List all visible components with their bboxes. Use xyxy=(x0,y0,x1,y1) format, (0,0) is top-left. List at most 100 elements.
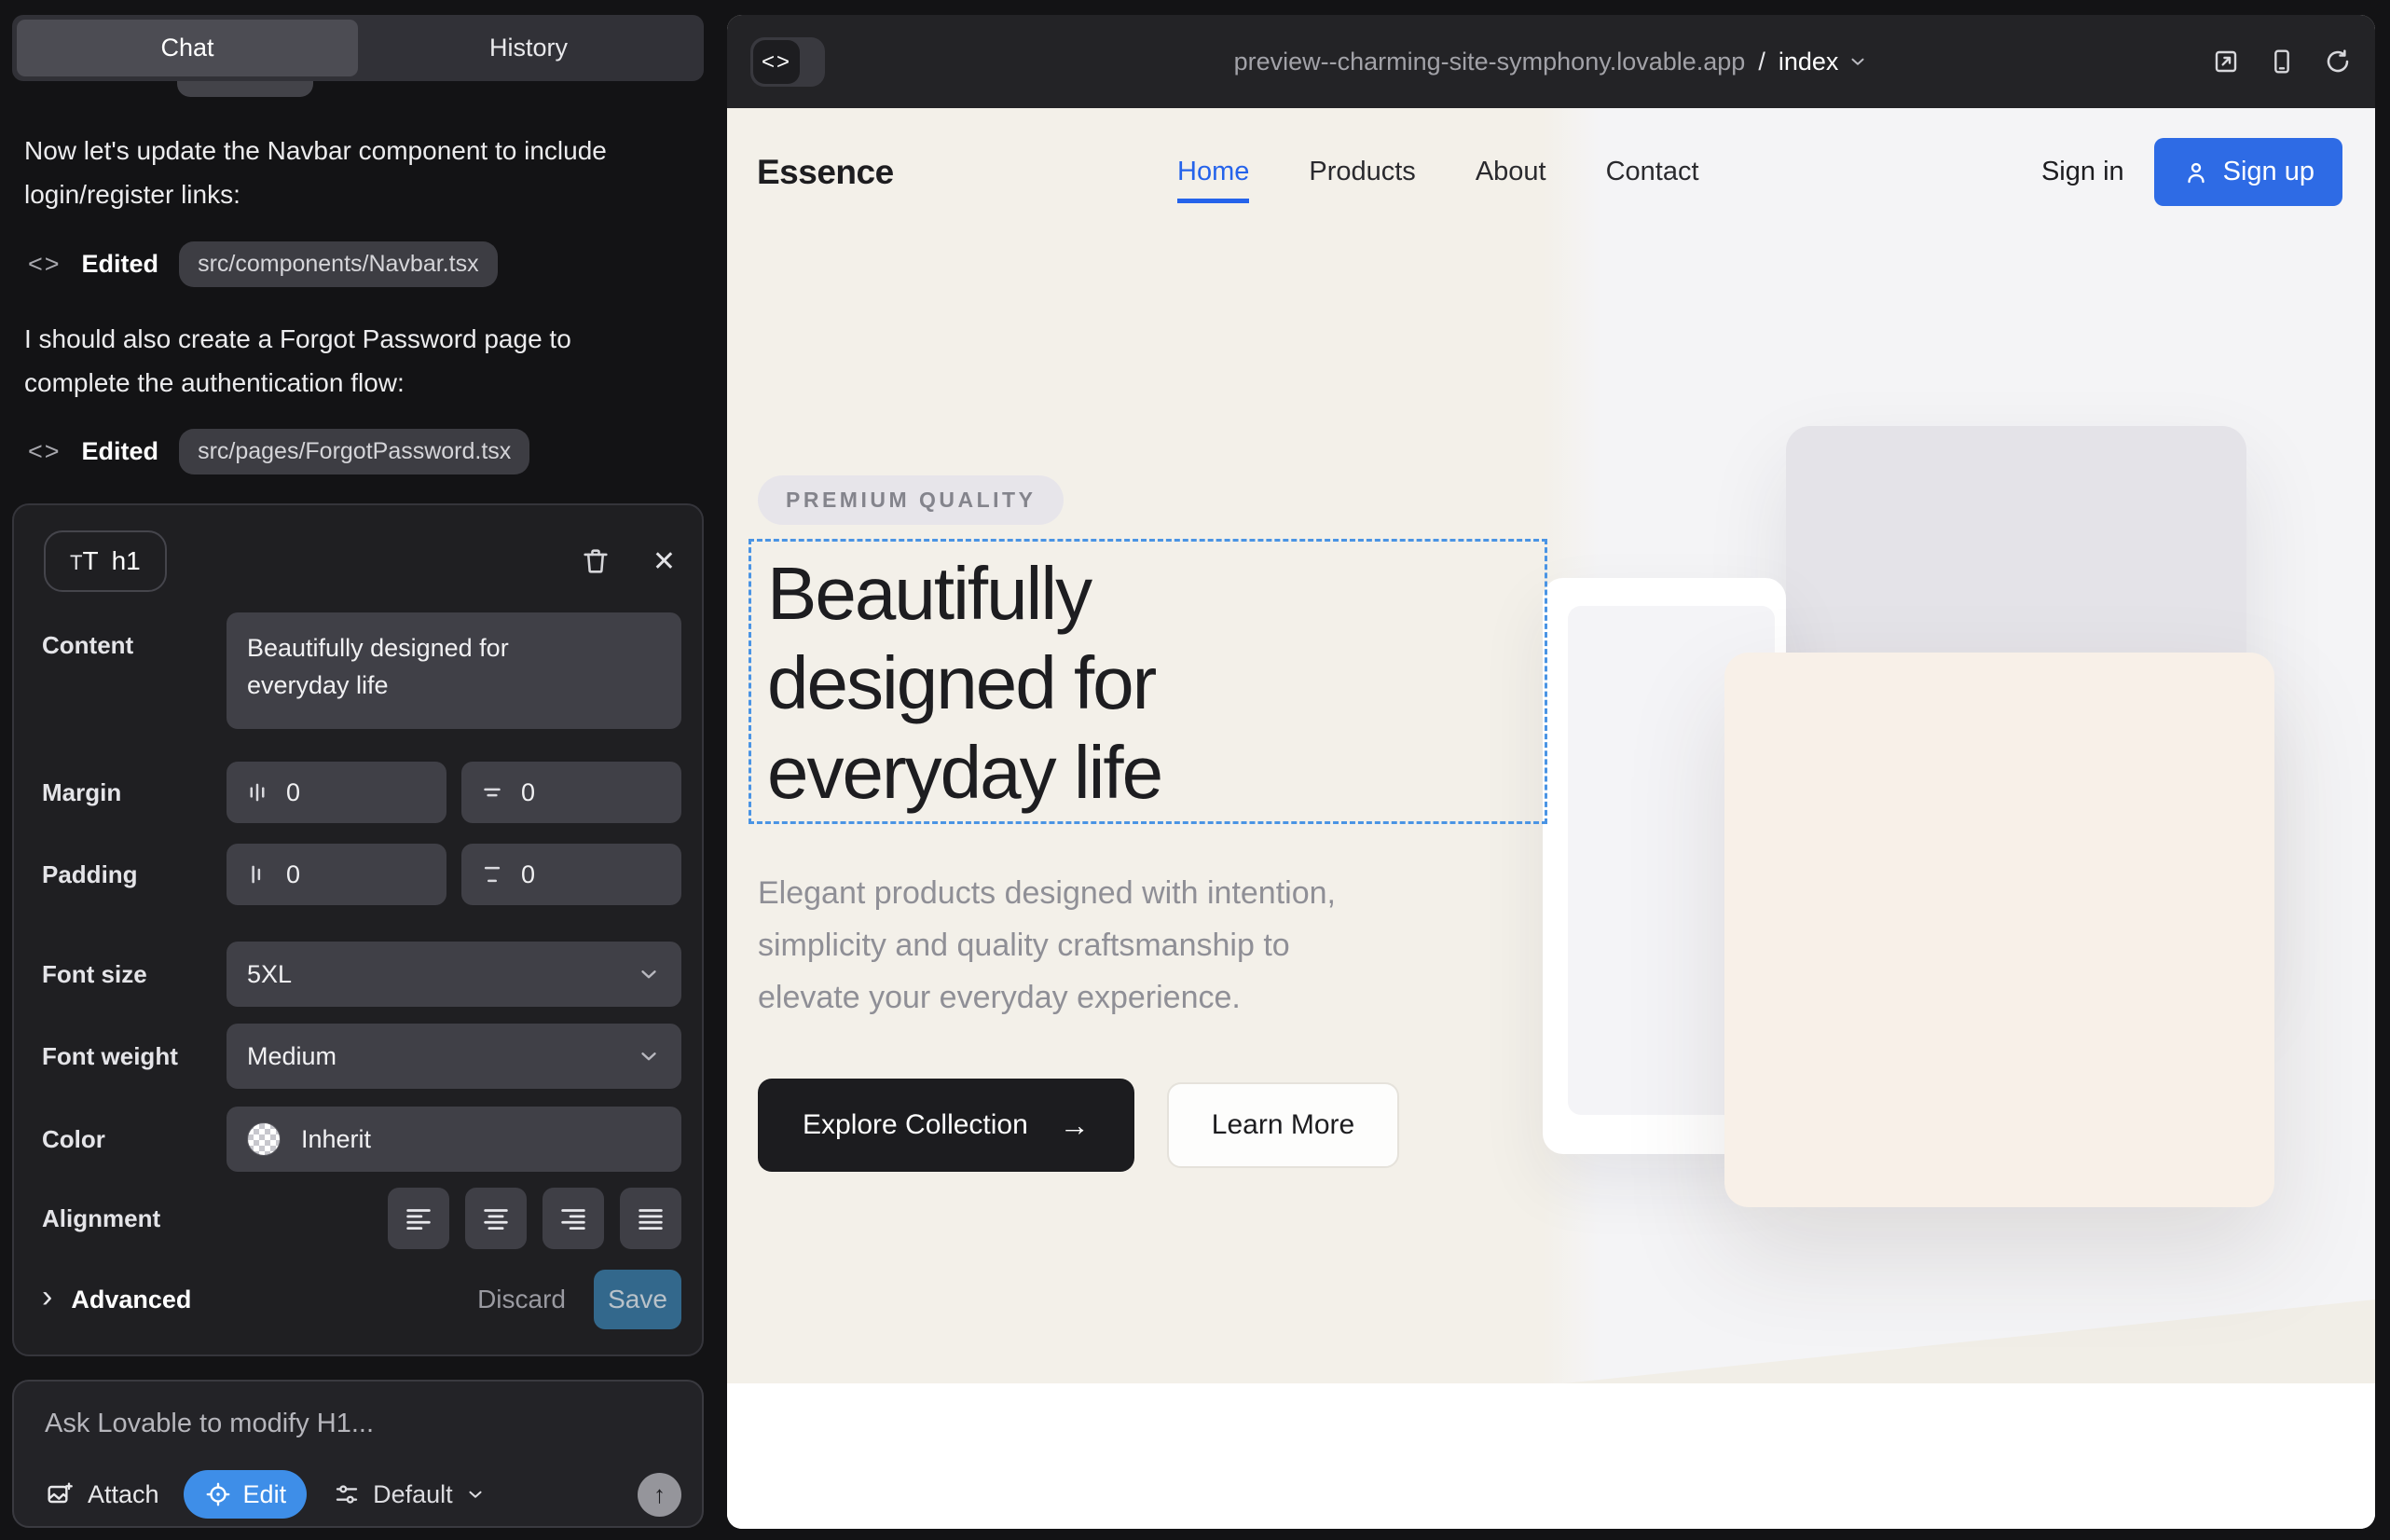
padding-y-input[interactable]: 0 xyxy=(461,844,681,905)
edited-file-row: <> Edited src/components/Navbar.tsx xyxy=(28,240,498,288)
assistant-message: Now let's update the Navbar component to… xyxy=(24,129,679,216)
explore-collection-button[interactable]: Explore Collection → xyxy=(758,1079,1134,1172)
font-weight-select[interactable]: Medium xyxy=(227,1024,681,1089)
chat-composer: Attach Edit Default xyxy=(12,1380,704,1528)
font-size-select[interactable]: 5XL xyxy=(227,942,681,1007)
align-justify-icon xyxy=(635,1203,666,1234)
discard-button[interactable]: Discard xyxy=(477,1285,566,1314)
learn-more-button[interactable]: Learn More xyxy=(1167,1082,1399,1168)
nav-link-contact[interactable]: Contact xyxy=(1606,157,1699,187)
close-icon: ✕ xyxy=(652,546,676,577)
external-link-icon xyxy=(2211,47,2241,76)
model-selector[interactable]: Default xyxy=(333,1480,486,1509)
margin-label: Margin xyxy=(42,778,227,807)
chevron-down-icon xyxy=(465,1484,486,1505)
user-icon xyxy=(2182,158,2210,186)
site-nav-links: Home Products About Contact xyxy=(1177,108,1699,236)
open-in-new-window-button[interactable] xyxy=(2211,47,2241,76)
arrow-right-icon: → xyxy=(1060,1108,1090,1143)
nav-link-products[interactable]: Products xyxy=(1309,157,1415,187)
chevron-down-icon xyxy=(637,1044,661,1068)
chat-history-tabbar: Chat History xyxy=(12,15,704,81)
margin-x-input[interactable]: 0 xyxy=(227,762,446,823)
delete-element-button[interactable] xyxy=(580,545,611,577)
nav-link-about[interactable]: About xyxy=(1476,157,1546,187)
align-center-icon xyxy=(480,1203,512,1234)
target-icon xyxy=(204,1480,232,1508)
padding-horizontal-icon xyxy=(243,860,271,888)
content-label: Content xyxy=(42,631,227,660)
nav-link-home[interactable]: Home xyxy=(1177,157,1249,203)
arrow-up-icon: ↑ xyxy=(653,1480,666,1509)
color-swatch xyxy=(247,1122,281,1156)
element-tag-badge[interactable]: TT h1 xyxy=(44,530,167,592)
align-left-icon xyxy=(403,1203,434,1234)
code-icon: <> xyxy=(28,250,62,279)
site-logo: Essence xyxy=(757,108,894,236)
edited-label: Edited xyxy=(82,250,159,279)
padding-vertical-icon xyxy=(478,860,506,888)
preview-url-bar[interactable]: preview--charming-site-symphony.lovable.… xyxy=(727,15,2375,108)
alignment-label: Alignment xyxy=(42,1204,227,1233)
file-chip[interactable]: src/pages/ForgotPassword.tsx xyxy=(179,429,529,474)
chat-panel: Chat History Now let's update the Navbar… xyxy=(0,0,727,1540)
hero-heading: Beautifully designed for everyday life xyxy=(767,549,1161,818)
send-button[interactable]: ↑ xyxy=(638,1473,681,1517)
align-center-button[interactable] xyxy=(465,1188,527,1249)
color-select[interactable]: Inherit xyxy=(227,1107,681,1172)
site-next-section xyxy=(727,1383,2375,1529)
hero-decorative-wedge xyxy=(1563,1299,2375,1383)
tab-chat[interactable]: Chat xyxy=(17,20,358,76)
url-page: index xyxy=(1779,48,1839,76)
code-icon: <> xyxy=(28,437,62,466)
site-preview-panel: <> preview--charming-site-symphony.lovab… xyxy=(727,15,2375,1529)
sliders-icon xyxy=(333,1480,361,1508)
chevron-right-icon: › xyxy=(42,1281,52,1313)
hero-badge: PREMIUM QUALITY xyxy=(758,475,1064,525)
url-separator: / xyxy=(1758,48,1765,76)
chevron-down-icon xyxy=(1847,51,1868,72)
site-navbar: Essence Home Products About Contact Sign… xyxy=(727,108,2375,236)
save-button[interactable]: Save xyxy=(594,1270,681,1329)
selected-h1-outline[interactable]: Beautifully designed for everyday life xyxy=(749,539,1547,824)
color-label: Color xyxy=(42,1125,227,1154)
smartphone-icon xyxy=(2267,47,2297,76)
preview-topbar: <> preview--charming-site-symphony.lovab… xyxy=(727,15,2375,108)
align-right-icon xyxy=(557,1203,589,1234)
assistant-message: I should also create a Forgot Password p… xyxy=(24,317,679,405)
align-left-button[interactable] xyxy=(388,1188,449,1249)
advanced-toggle[interactable]: › Advanced xyxy=(42,1284,191,1315)
refresh-button[interactable] xyxy=(2323,47,2353,76)
scrolled-user-message-bubble xyxy=(177,81,313,97)
editor-header: TT h1 ✕ xyxy=(44,529,676,594)
margin-y-input[interactable]: 0 xyxy=(461,762,681,823)
padding-label: Padding xyxy=(42,860,227,889)
padding-x-input[interactable]: 0 xyxy=(227,844,446,905)
file-chip[interactable]: src/components/Navbar.tsx xyxy=(179,241,498,287)
close-editor-button[interactable]: ✕ xyxy=(652,545,676,578)
sign-in-link[interactable]: Sign in xyxy=(2041,157,2124,187)
chevron-down-icon xyxy=(637,962,661,986)
rendered-site: Essence Home Products About Contact Sign… xyxy=(727,108,2375,1529)
align-justify-button[interactable] xyxy=(620,1188,681,1249)
hero-card-cream xyxy=(1724,653,2274,1207)
element-tag-name: h1 xyxy=(112,546,141,576)
font-size-label: Font size xyxy=(42,960,227,989)
edited-file-row: <> Edited src/pages/ForgotPassword.tsx xyxy=(28,427,529,475)
attach-button[interactable]: Attach xyxy=(45,1479,159,1509)
tab-history[interactable]: History xyxy=(358,20,699,76)
content-input[interactable]: Beautifully designed for everyday life xyxy=(227,612,681,729)
align-right-button[interactable] xyxy=(543,1188,604,1249)
composer-input[interactable] xyxy=(45,1398,660,1449)
url-domain: preview--charming-site-symphony.lovable.… xyxy=(1234,48,1746,76)
mobile-view-button[interactable] xyxy=(2267,47,2297,76)
edit-mode-button[interactable]: Edit xyxy=(184,1470,308,1519)
trash-icon xyxy=(580,545,611,577)
hero-description: Elegant products designed with intention… xyxy=(758,867,1336,1024)
attach-image-icon xyxy=(45,1479,75,1509)
font-weight-label: Font weight xyxy=(42,1042,227,1071)
margin-vertical-icon xyxy=(478,778,506,806)
margin-horizontal-icon xyxy=(243,778,271,806)
edited-label: Edited xyxy=(82,437,159,466)
sign-up-button[interactable]: Sign up xyxy=(2154,138,2342,206)
